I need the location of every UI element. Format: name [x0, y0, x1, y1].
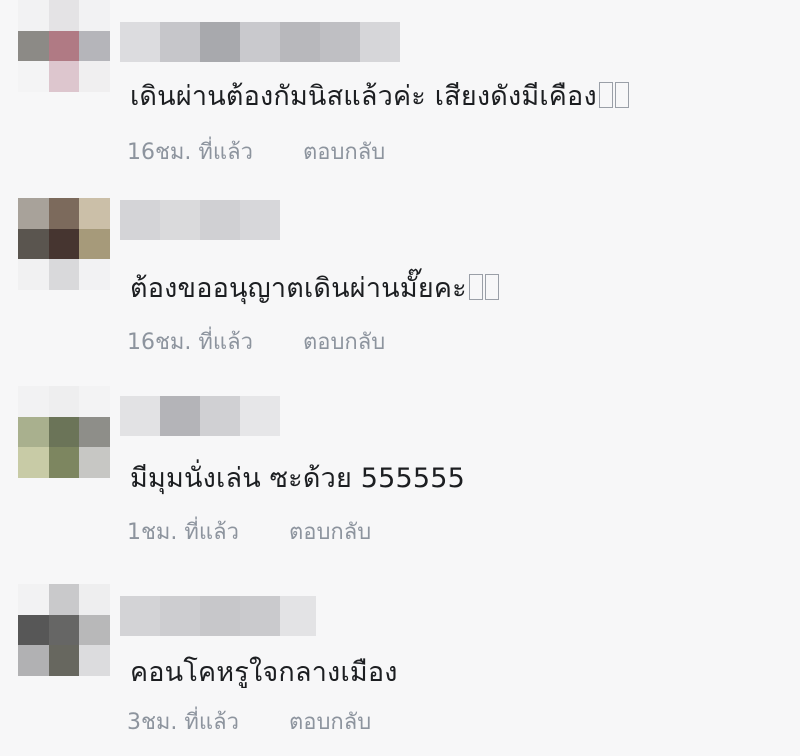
emoji-placeholder-icon — [598, 82, 613, 108]
comment-meta: 1ชม. ที่แล้ว ตอบกลับ — [127, 514, 371, 549]
commenter-name-blurred[interactable] — [120, 200, 280, 240]
comment-text: มีมุมนั่งเล่น ซะด้วย 555555 — [130, 463, 466, 494]
comment-text: เดินผ่านต้องกัมนิสแล้วค่ะ เสียงดังมีเคือ… — [130, 74, 629, 117]
comment-timestamp[interactable]: 16ชม. ที่แล้ว — [127, 140, 253, 165]
comment-timestamp[interactable]: 1ชม. ที่แล้ว — [127, 520, 239, 545]
reply-link[interactable]: ตอบกลับ — [289, 520, 371, 545]
avatar[interactable] — [18, 386, 110, 478]
comment-meta: 3ชม. ที่แล้ว ตอบกลับ — [127, 704, 371, 739]
avatar[interactable] — [18, 584, 110, 676]
commenter-name-blurred[interactable] — [120, 596, 316, 636]
comment-meta: 16ชม. ที่แล้ว ตอบกลับ — [127, 134, 385, 169]
reply-link[interactable]: ตอบกลับ — [303, 330, 385, 355]
comment-timestamp[interactable]: 3ชม. ที่แล้ว — [127, 710, 239, 735]
reply-link[interactable]: ตอบกลับ — [303, 140, 385, 165]
emoji-placeholder-icon — [484, 274, 499, 300]
emoji-placeholder-icon — [468, 274, 483, 300]
commenter-name-blurred[interactable] — [120, 396, 280, 436]
comment-timestamp[interactable]: 16ชม. ที่แล้ว — [127, 330, 253, 355]
commenter-name-blurred[interactable] — [120, 22, 400, 62]
comment-meta: 16ชม. ที่แล้ว ตอบกลับ — [127, 324, 385, 359]
comment-text: ต้องขออนุญาตเดินผ่านมั๊ยคะ — [130, 266, 499, 309]
comment-text: คอนโคหรูใจกลางเมือง — [130, 657, 398, 688]
reply-link[interactable]: ตอบกลับ — [289, 710, 371, 735]
emoji-placeholder-icon — [614, 82, 629, 108]
avatar[interactable] — [18, 0, 110, 92]
avatar[interactable] — [18, 198, 110, 290]
